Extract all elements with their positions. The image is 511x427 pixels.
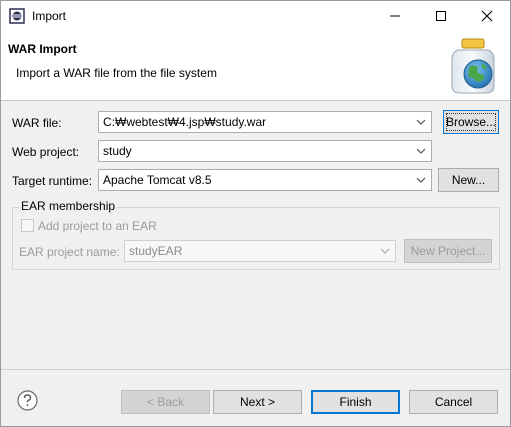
ear-project-name-combo[interactable]: studyEAR (124, 240, 396, 262)
web-project-value: study (103, 144, 132, 158)
war-file-value: C:₩webtest₩4.jsp₩study.war (103, 115, 267, 129)
chevron-down-icon (416, 148, 426, 154)
add-to-ear-checkbox[interactable] (21, 219, 34, 232)
add-to-ear-label: Add project to an EAR (38, 219, 157, 233)
close-button[interactable] (464, 1, 510, 31)
back-button[interactable]: < Back (121, 390, 210, 414)
new-runtime-button[interactable]: New... (438, 168, 499, 192)
page-description: Import a WAR file from the file system (16, 66, 217, 80)
new-ear-project-button[interactable]: New Project... (404, 239, 492, 263)
ear-membership-legend: EAR membership (19, 199, 118, 213)
war-file-combo[interactable]: C:₩webtest₩4.jsp₩study.war (98, 111, 432, 133)
ear-project-name-label: EAR project name: (19, 245, 120, 259)
wizard-body: WAR file: C:₩webtest₩4.jsp₩study.war Bro… (1, 101, 510, 369)
next-button[interactable]: Next > (213, 390, 302, 414)
chevron-down-icon (416, 177, 426, 183)
web-project-label: Web project: (12, 145, 80, 159)
target-runtime-label: Target runtime: (12, 174, 93, 188)
maximize-icon (436, 11, 446, 21)
war-file-label: WAR file: (12, 116, 62, 130)
web-project-combo[interactable]: study (98, 140, 432, 162)
title-bar: Import (1, 1, 510, 31)
page-title: WAR Import (8, 42, 77, 56)
eclipse-app-icon (9, 8, 25, 24)
cancel-button[interactable]: Cancel (409, 390, 498, 414)
maximize-button[interactable] (418, 1, 464, 31)
jar-globe-icon (451, 38, 495, 94)
import-dialog: Import WAR Import Import a WAR file from… (0, 0, 511, 427)
wizard-banner: WAR Import Import a WAR file from the fi… (1, 31, 510, 101)
target-runtime-value: Apache Tomcat v8.5 (103, 173, 212, 187)
chevron-down-icon (380, 248, 390, 254)
target-runtime-combo[interactable]: Apache Tomcat v8.5 (98, 169, 432, 191)
help-icon[interactable] (17, 390, 38, 411)
minimize-button[interactable] (372, 1, 418, 31)
window-title: Import (32, 9, 67, 23)
chevron-down-icon (416, 119, 426, 125)
ear-project-name-value: studyEAR (129, 244, 183, 258)
finish-button[interactable]: Finish (311, 390, 400, 414)
minimize-icon (390, 15, 400, 17)
wizard-footer: < Back Next > Finish Cancel (1, 369, 510, 426)
close-icon (481, 10, 493, 22)
browse-button[interactable]: Browse... (443, 110, 499, 134)
